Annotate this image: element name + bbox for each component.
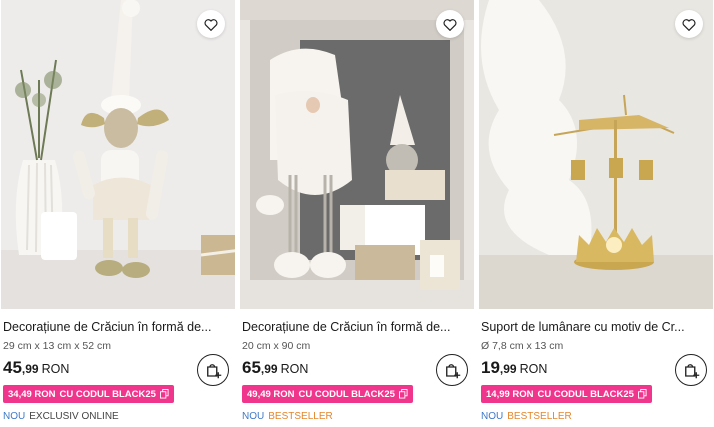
tag-bestseller: BESTSELLER xyxy=(507,411,572,422)
product-title[interactable]: Suport de lumânare cu motiv de Cr... xyxy=(481,320,707,334)
price-currency: RON xyxy=(280,362,309,376)
product-price: 65,99 RON xyxy=(242,358,308,378)
wishlist-button[interactable] xyxy=(436,10,464,38)
product-dimensions: 29 cm x 13 cm x 52 cm xyxy=(3,340,111,352)
tag-exclusive-online: EXCLUSIV ONLINE xyxy=(29,411,119,422)
promo-price: 34,49 RON xyxy=(8,388,56,400)
price-main: 45 xyxy=(3,358,22,377)
product-card[interactable]: Decorațiune de Crăciun în formă de... 20… xyxy=(240,0,474,427)
promo-price: 49,49 RON xyxy=(247,388,295,400)
heart-icon xyxy=(443,18,457,31)
copy-icon xyxy=(637,389,647,399)
product-tags: NOU BESTSELLER xyxy=(481,411,572,422)
product-price: 45,99 RON xyxy=(3,358,69,378)
price-decimals: ,99 xyxy=(21,362,39,376)
add-to-cart-button[interactable] xyxy=(197,354,229,386)
tag-bestseller: BESTSELLER xyxy=(268,411,333,422)
shopping-bag-plus-icon xyxy=(446,364,461,379)
product-image[interactable] xyxy=(479,0,713,309)
promo-code-text: CU CODUL BLACK25 xyxy=(298,388,395,400)
price-currency: RON xyxy=(41,362,70,376)
product-dimensions: Ø 7,8 cm x 13 cm xyxy=(481,340,564,352)
product-grid: Decorațiune de Crăciun în formă de... 29… xyxy=(0,0,714,427)
product-price: 19,99 RON xyxy=(481,358,547,378)
product-image[interactable] xyxy=(240,0,474,309)
price-decimals: ,99 xyxy=(260,362,278,376)
add-to-cart-button[interactable] xyxy=(436,354,468,386)
tag-new: NOU xyxy=(3,411,26,422)
product-tags: NOU BESTSELLER xyxy=(242,411,333,422)
product-title[interactable]: Decorațiune de Crăciun în formă de... xyxy=(3,320,229,334)
product-card[interactable]: Suport de lumânare cu motiv de Cr... Ø 7… xyxy=(479,0,713,427)
wishlist-button[interactable] xyxy=(675,10,703,38)
wishlist-button[interactable] xyxy=(197,10,225,38)
price-main: 19 xyxy=(481,358,500,377)
heart-icon xyxy=(682,18,696,31)
promo-code-text: CU CODUL BLACK25 xyxy=(59,388,156,400)
price-currency: RON xyxy=(519,362,548,376)
price-main: 65 xyxy=(242,358,261,377)
promo-code-text: CU CODUL BLACK25 xyxy=(537,388,634,400)
heart-icon xyxy=(204,18,218,31)
copy-icon xyxy=(398,389,408,399)
shopping-bag-plus-icon xyxy=(207,364,222,379)
copy-icon xyxy=(159,389,169,399)
product-title[interactable]: Decorațiune de Crăciun în formă de... xyxy=(242,320,468,334)
product-dimensions: 20 cm x 90 cm xyxy=(242,340,311,352)
promo-code-badge[interactable]: 34,49 RON CU CODUL BLACK25 xyxy=(3,385,174,403)
add-to-cart-button[interactable] xyxy=(675,354,707,386)
product-tags: NOU EXCLUSIV ONLINE xyxy=(3,411,119,422)
promo-code-badge[interactable]: 14,99 RON CU CODUL BLACK25 xyxy=(481,385,652,403)
price-decimals: ,99 xyxy=(499,362,517,376)
promo-code-badge[interactable]: 49,49 RON CU CODUL BLACK25 xyxy=(242,385,413,403)
shopping-bag-plus-icon xyxy=(685,364,700,379)
product-card[interactable]: Decorațiune de Crăciun în formă de... 29… xyxy=(1,0,235,427)
tag-new: NOU xyxy=(242,411,265,422)
product-image[interactable] xyxy=(1,0,235,309)
tag-new: NOU xyxy=(481,411,504,422)
promo-price: 14,99 RON xyxy=(486,388,534,400)
